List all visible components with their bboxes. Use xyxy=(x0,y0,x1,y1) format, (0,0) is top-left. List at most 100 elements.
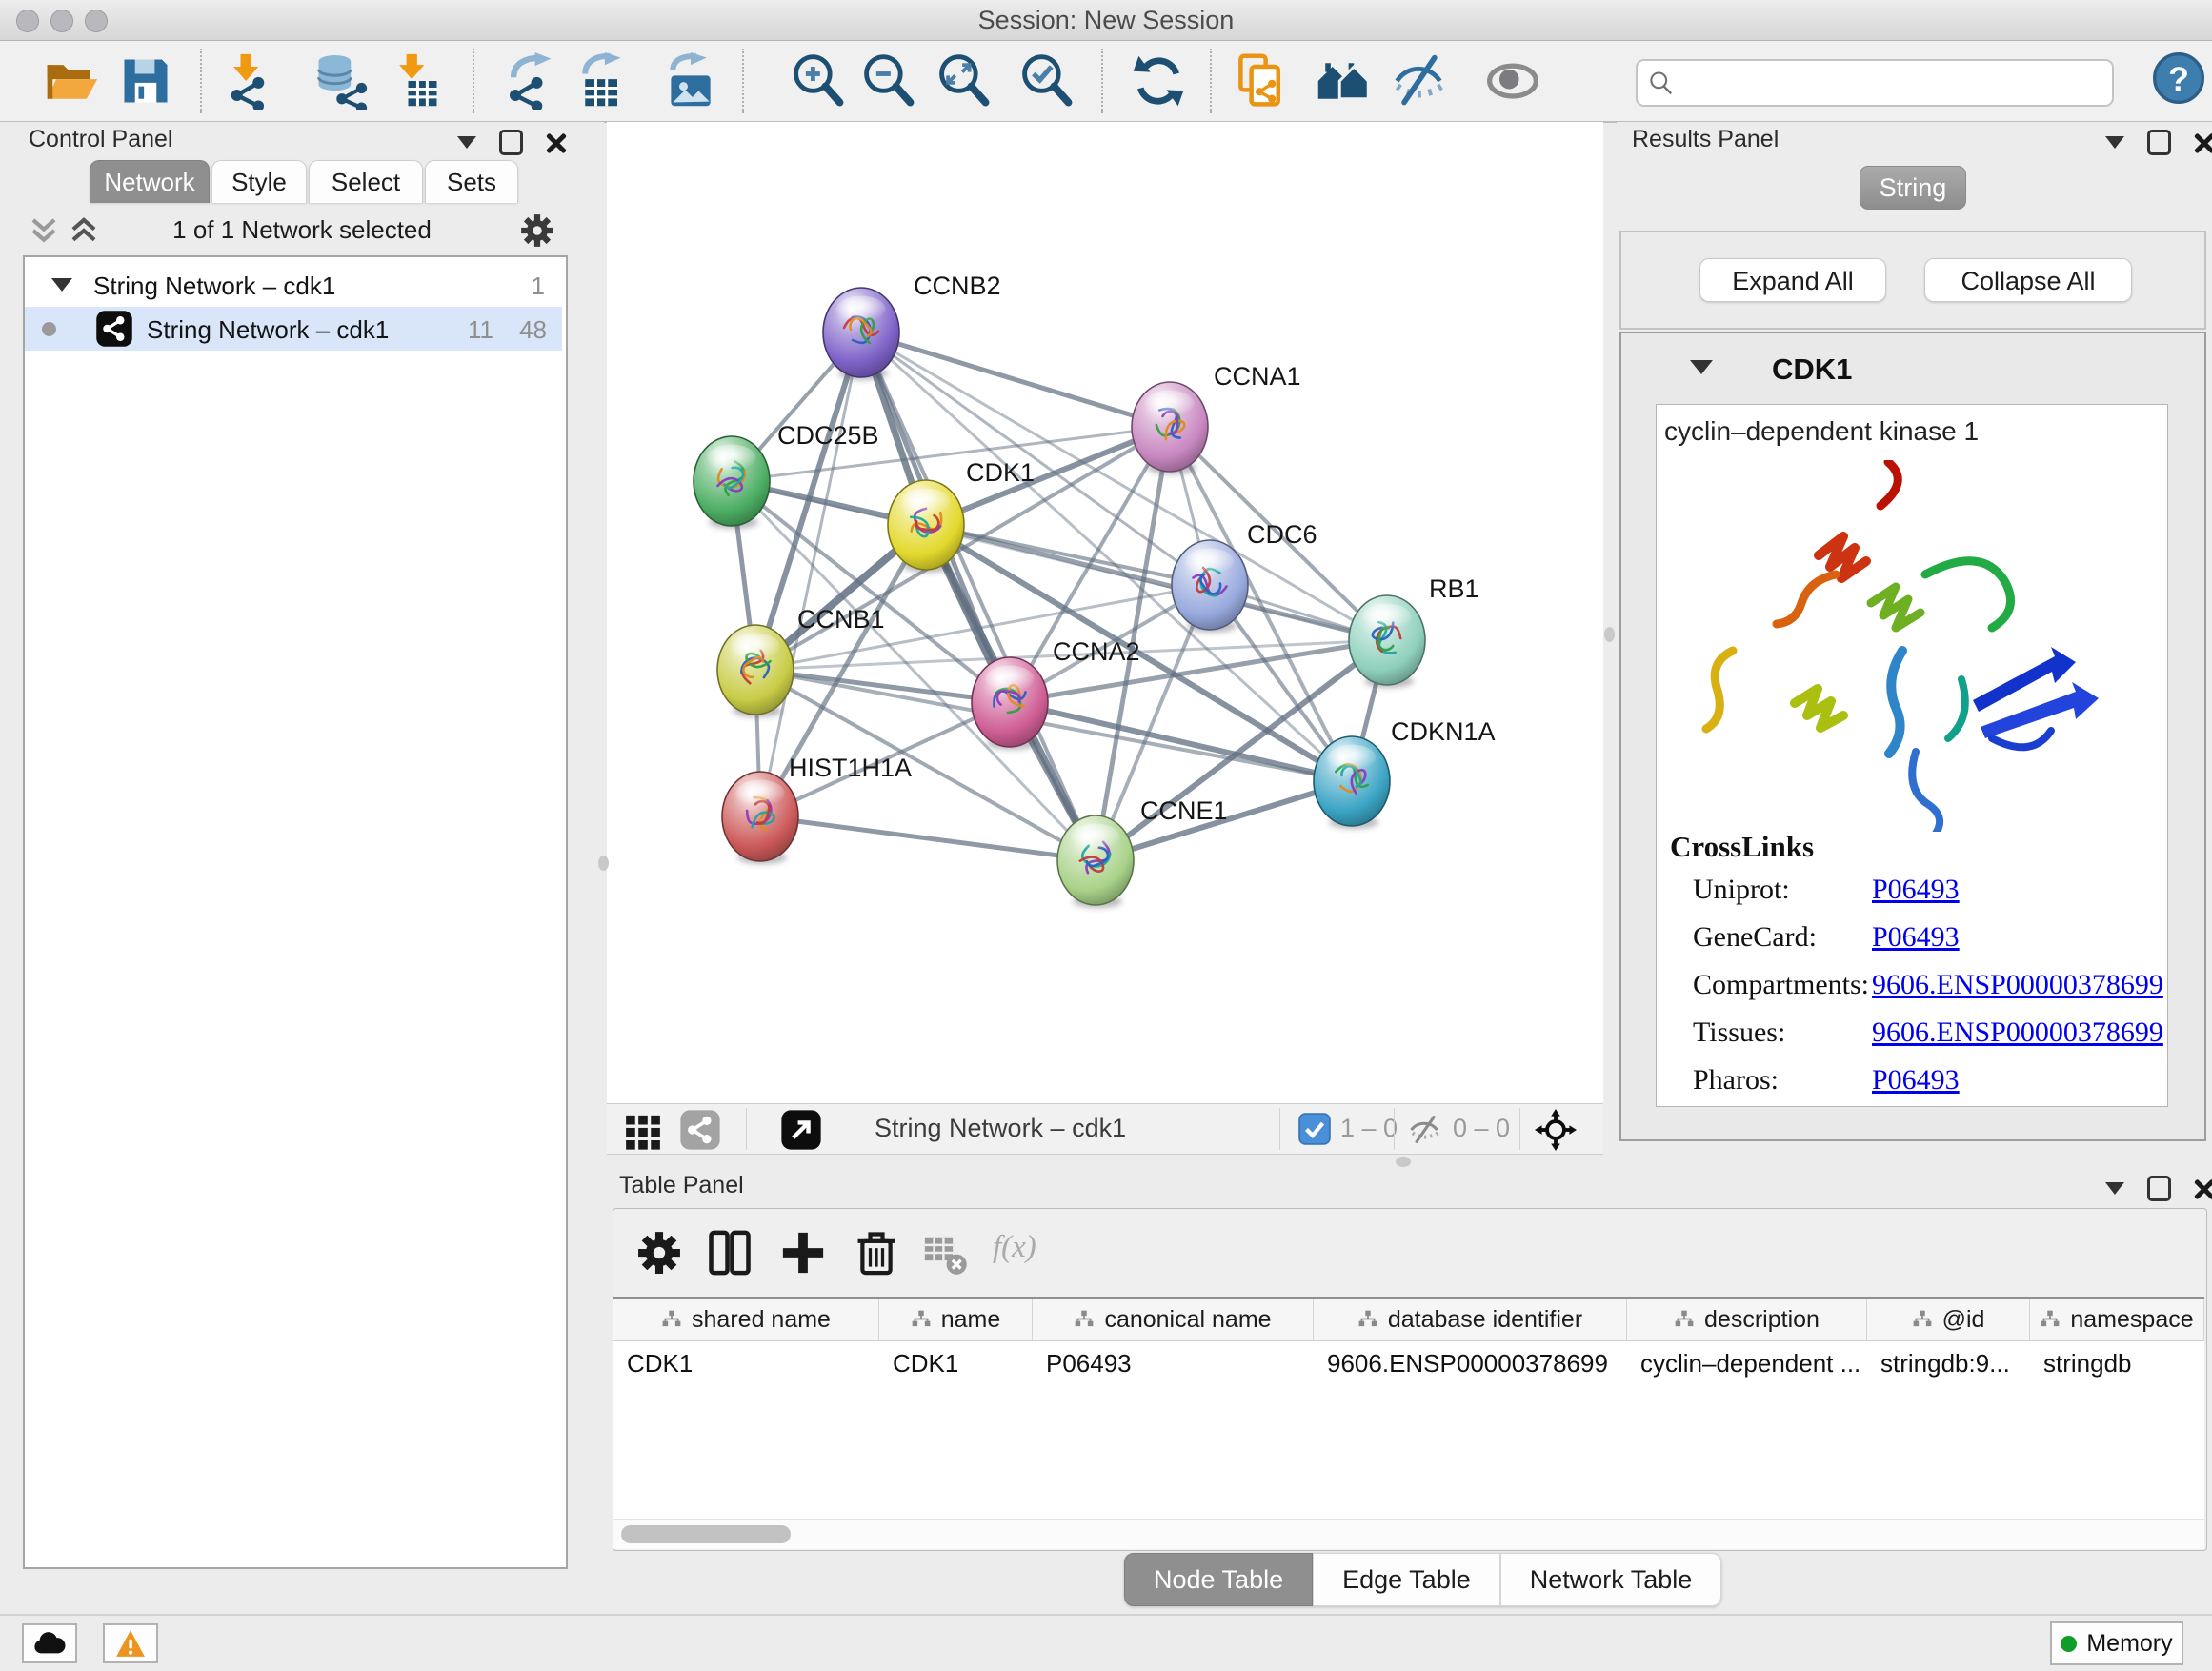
table-cell[interactable]: P06493 xyxy=(1033,1341,1314,1385)
zoom-fit-icon[interactable] xyxy=(934,50,995,111)
tab-network-table[interactable]: Network Table xyxy=(1500,1553,1722,1606)
collapse-all-button[interactable]: Collapse All xyxy=(1924,258,2132,302)
table-cell[interactable]: stringdb xyxy=(2030,1341,2204,1385)
search-input[interactable] xyxy=(1681,63,2104,101)
zoom-selected-icon[interactable] xyxy=(1016,50,1077,111)
network-edge[interactable] xyxy=(1010,702,1352,781)
export-table-icon[interactable] xyxy=(573,50,633,111)
collapse-panel-icon[interactable] xyxy=(457,136,476,149)
houses-icon[interactable] xyxy=(1313,50,1374,111)
eye-icon[interactable] xyxy=(1482,50,1543,111)
float-panel-icon[interactable] xyxy=(2147,130,2171,155)
entry-header[interactable]: CDK1 xyxy=(1621,333,2204,402)
splitter-handle[interactable] xyxy=(1396,1157,1411,1167)
delete-table-icon[interactable] xyxy=(920,1226,974,1279)
column-header-name[interactable]: name xyxy=(879,1299,1033,1340)
refresh-icon[interactable] xyxy=(1128,50,1189,111)
column-header-canonical-name[interactable]: canonical name xyxy=(1033,1299,1314,1340)
tab-string[interactable]: String xyxy=(1860,166,1966,210)
tab-network[interactable]: Network xyxy=(90,160,210,203)
network-node-CDKN1A[interactable]: CDKN1A xyxy=(1314,717,1496,829)
table-cell[interactable]: cyclin–dependent ... xyxy=(1627,1341,1867,1385)
tab-node-table[interactable]: Node Table xyxy=(1124,1553,1313,1606)
crosslink-link[interactable]: 9606.ENSP00000378699 xyxy=(1872,969,2163,1001)
close-panel-icon[interactable] xyxy=(546,132,567,153)
selected-checkbox-icon[interactable] xyxy=(1298,1113,1331,1145)
float-panel-icon[interactable] xyxy=(2147,1176,2171,1201)
grid-view-icon[interactable] xyxy=(622,1109,664,1151)
table-cell[interactable]: CDK1 xyxy=(879,1341,1033,1385)
table-gear-icon[interactable] xyxy=(634,1226,688,1279)
table-cell[interactable]: stringdb:9... xyxy=(1867,1341,2030,1385)
node-label: CDK1 xyxy=(966,458,1035,487)
add-column-icon[interactable] xyxy=(778,1226,832,1279)
column-header-description[interactable]: description xyxy=(1627,1299,1867,1340)
crosslink-label: Compartments: xyxy=(1693,969,1869,1000)
import-network-icon[interactable] xyxy=(217,50,278,111)
memory-button[interactable]: Memory xyxy=(2050,1621,2183,1665)
table-row[interactable]: CDK1CDK1P064939606.ENSP00000378699cyclin… xyxy=(613,1341,2204,1385)
network-edge[interactable] xyxy=(760,816,1096,860)
network-node-HIST1H1A[interactable]: HIST1H1A xyxy=(722,754,912,864)
column-header--id[interactable]: @id xyxy=(1867,1299,2030,1340)
export-image-icon[interactable] xyxy=(660,50,721,111)
column-label: canonical name xyxy=(1104,1306,1271,1334)
hidden-eye-slash-icon[interactable] xyxy=(1407,1113,1441,1147)
expand-all-button[interactable]: Expand All xyxy=(1699,258,1886,302)
tab-select[interactable]: Select xyxy=(309,160,423,203)
gear-icon[interactable] xyxy=(518,211,556,250)
function-builder-icon[interactable]: f(x) xyxy=(993,1230,1036,1265)
column-header-shared-name[interactable]: shared name xyxy=(613,1299,879,1340)
scrollbar-thumb[interactable] xyxy=(621,1525,791,1543)
crosshair-icon[interactable] xyxy=(1535,1109,1577,1151)
columns-icon[interactable] xyxy=(705,1226,758,1279)
warning-icon[interactable] xyxy=(103,1623,158,1663)
tab-sets[interactable]: Sets xyxy=(425,160,518,203)
table-cell[interactable]: CDK1 xyxy=(613,1341,879,1385)
collapse-panel-icon[interactable] xyxy=(2105,136,2124,149)
network-row-selected[interactable]: String Network – cdk1 11 48 xyxy=(25,307,562,351)
crosslink-link[interactable]: P06493 xyxy=(1872,1064,1960,1097)
crosslink-link[interactable]: P06493 xyxy=(1872,874,1960,906)
column-header-namespace[interactable]: namespace xyxy=(2030,1299,2204,1340)
collapse-panel-icon[interactable] xyxy=(2105,1182,2124,1195)
network-node-RB1[interactable]: RB1 xyxy=(1349,574,1479,688)
open-in-new-icon[interactable] xyxy=(780,1109,822,1151)
open-folder-icon[interactable] xyxy=(40,50,101,111)
tab-edge-table[interactable]: Edge Table xyxy=(1313,1553,1500,1606)
control-panel-title: Control Panel xyxy=(29,126,172,153)
float-panel-icon[interactable] xyxy=(499,130,523,155)
column-header-database-identifier[interactable]: database identifier xyxy=(1314,1299,1627,1340)
network-node-CCNA1[interactable]: CCNA1 xyxy=(1132,362,1301,474)
crosslink-link[interactable]: 9606.ENSP00000378699 xyxy=(1872,1017,2163,1049)
network-collection-label: String Network – cdk1 xyxy=(93,272,335,301)
help-icon[interactable]: ? xyxy=(2148,48,2209,109)
entry-collapse-icon[interactable] xyxy=(1690,360,1713,374)
save-icon[interactable] xyxy=(115,50,176,111)
network-edge[interactable] xyxy=(861,332,1170,427)
cloud-icon[interactable] xyxy=(22,1623,77,1663)
tab-style[interactable]: Style xyxy=(211,160,307,203)
splitter-handle[interactable] xyxy=(598,856,609,871)
tree-expand-icon[interactable] xyxy=(51,278,72,292)
splitter-handle[interactable] xyxy=(1604,627,1615,642)
close-panel-icon[interactable] xyxy=(2194,132,2212,153)
crosslink-link[interactable]: P06493 xyxy=(1872,921,1960,954)
clone-network-icon[interactable] xyxy=(1230,50,1291,111)
network-edge[interactable] xyxy=(760,332,861,816)
close-panel-icon[interactable] xyxy=(2194,1178,2212,1199)
trash-icon[interactable] xyxy=(852,1226,905,1279)
import-database-icon[interactable] xyxy=(310,50,371,111)
share-view-icon[interactable] xyxy=(679,1109,721,1151)
hide-eye-slash-icon[interactable] xyxy=(1388,50,1449,111)
table-cell[interactable]: 9606.ENSP00000378699 xyxy=(1314,1341,1627,1385)
import-table-icon[interactable] xyxy=(385,50,446,111)
network-collection-row[interactable]: String Network – cdk1 1 xyxy=(25,263,562,307)
network-canvas[interactable]: CCNB2CCNA1CDC25BCDK1CDC6RB1CCNB1CCNA2CDK… xyxy=(607,122,1603,1103)
node-label: RB1 xyxy=(1429,574,1479,603)
network-edge[interactable] xyxy=(926,525,1387,640)
export-network-icon[interactable] xyxy=(499,50,560,111)
network-node-CCNE1[interactable]: CCNE1 xyxy=(1057,796,1228,908)
zoom-out-icon[interactable] xyxy=(858,50,919,111)
zoom-in-icon[interactable] xyxy=(788,50,849,111)
